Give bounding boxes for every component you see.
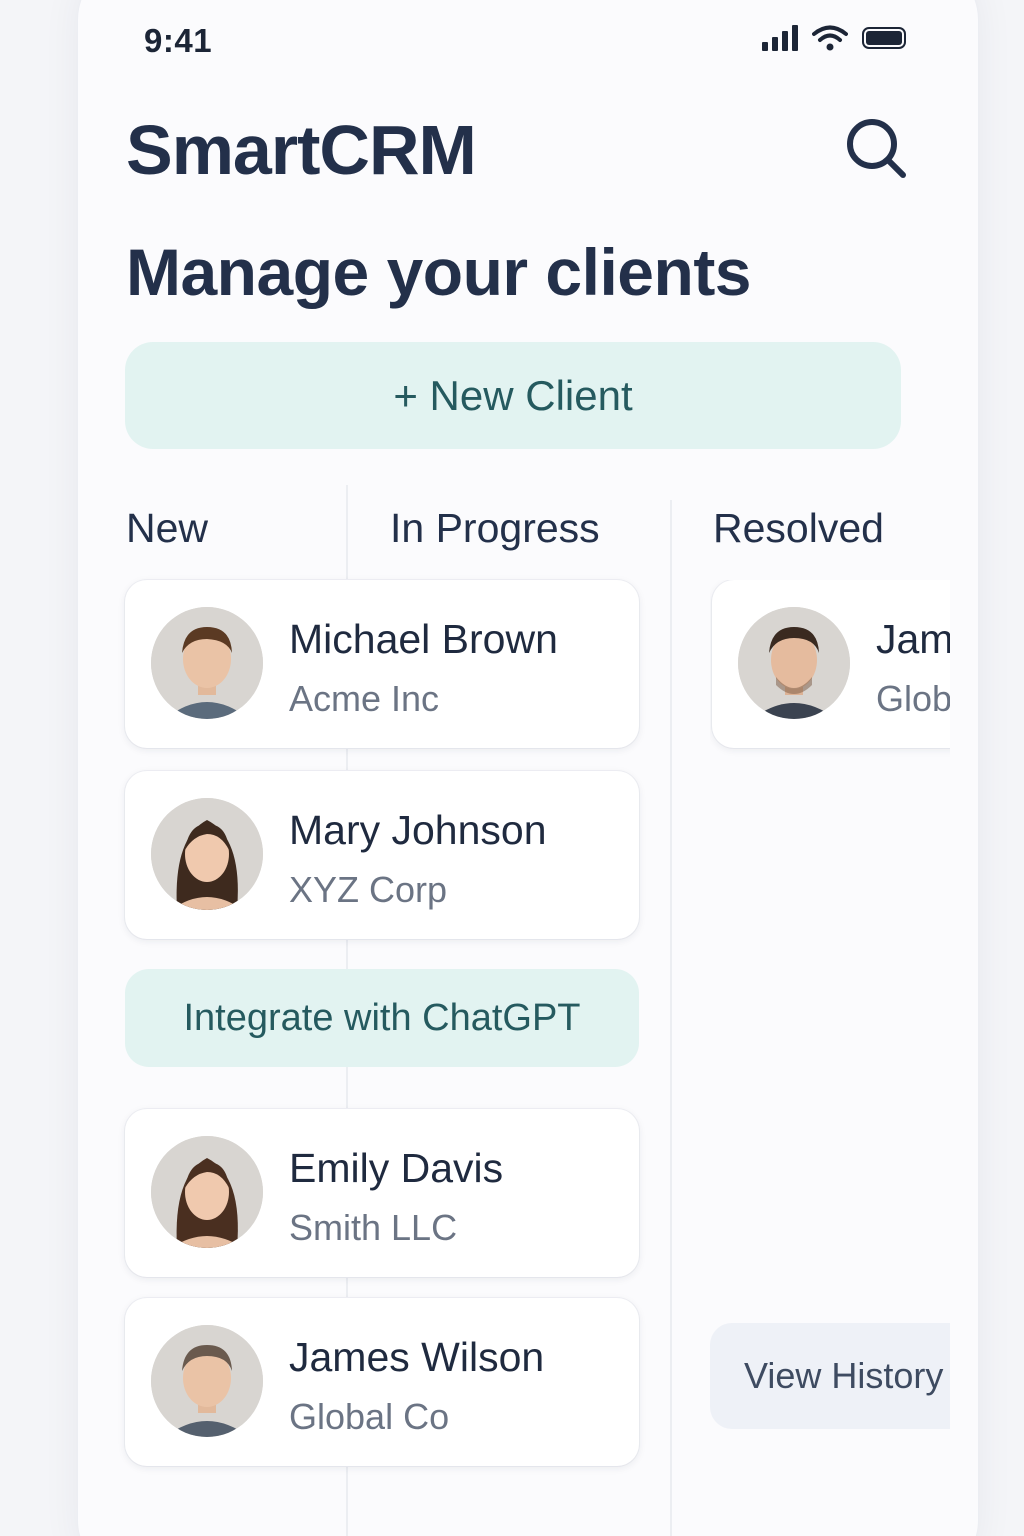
resolved-column-clip: James Wilson Global Co bbox=[710, 580, 950, 780]
phone-screen: 9:41 SmartCRM Manage your clients + New … bbox=[78, 0, 978, 1536]
client-name: Emily Davis bbox=[289, 1145, 504, 1191]
status-time: 9:41 bbox=[144, 22, 213, 59]
new-client-button[interactable]: + New Client bbox=[125, 342, 901, 449]
search-icon bbox=[847, 119, 906, 178]
battery-icon bbox=[862, 27, 906, 49]
column-header-new[interactable]: New bbox=[126, 505, 208, 552]
page-headline: Manage your clients bbox=[126, 235, 752, 309]
avatar bbox=[151, 1136, 263, 1248]
signal-icon bbox=[762, 25, 798, 51]
avatar bbox=[151, 1325, 263, 1437]
client-name: Michael Brown bbox=[289, 616, 558, 662]
client-name: James Wilson bbox=[876, 616, 950, 662]
wifi-icon bbox=[812, 25, 848, 51]
client-company: Global Co bbox=[289, 1396, 450, 1437]
resolved-actions-clip: View History bbox=[708, 1320, 950, 1440]
client-card[interactable]: Michael Brown Acme Inc bbox=[125, 580, 639, 748]
view-history-button[interactable]: View History bbox=[710, 1323, 950, 1429]
client-name: Mary Johnson bbox=[289, 807, 547, 853]
status-icons bbox=[762, 24, 906, 52]
avatar bbox=[151, 607, 263, 719]
search-button[interactable] bbox=[844, 116, 910, 182]
client-card[interactable]: James Wilson Global Co bbox=[712, 580, 950, 748]
client-card[interactable]: Emily Davis Smith LLC bbox=[125, 1109, 639, 1277]
column-divider bbox=[670, 500, 672, 1536]
avatar bbox=[151, 798, 263, 910]
app-title: SmartCRM bbox=[126, 111, 477, 189]
column-header-in-progress[interactable]: In Progress bbox=[390, 505, 600, 552]
client-company: Global Co bbox=[876, 678, 950, 719]
avatar bbox=[738, 607, 850, 719]
client-company: Smith LLC bbox=[289, 1207, 458, 1248]
client-company: Acme Inc bbox=[289, 678, 440, 719]
integrate-chatgpt-button[interactable]: Integrate with ChatGPT bbox=[125, 969, 639, 1067]
client-card[interactable]: Mary Johnson XYZ Corp bbox=[125, 771, 639, 939]
client-card[interactable]: James Wilson Global Co bbox=[125, 1298, 639, 1466]
client-company: XYZ Corp bbox=[289, 869, 448, 910]
client-name: James Wilson bbox=[289, 1334, 545, 1380]
column-header-resolved[interactable]: Resolved bbox=[713, 505, 884, 552]
